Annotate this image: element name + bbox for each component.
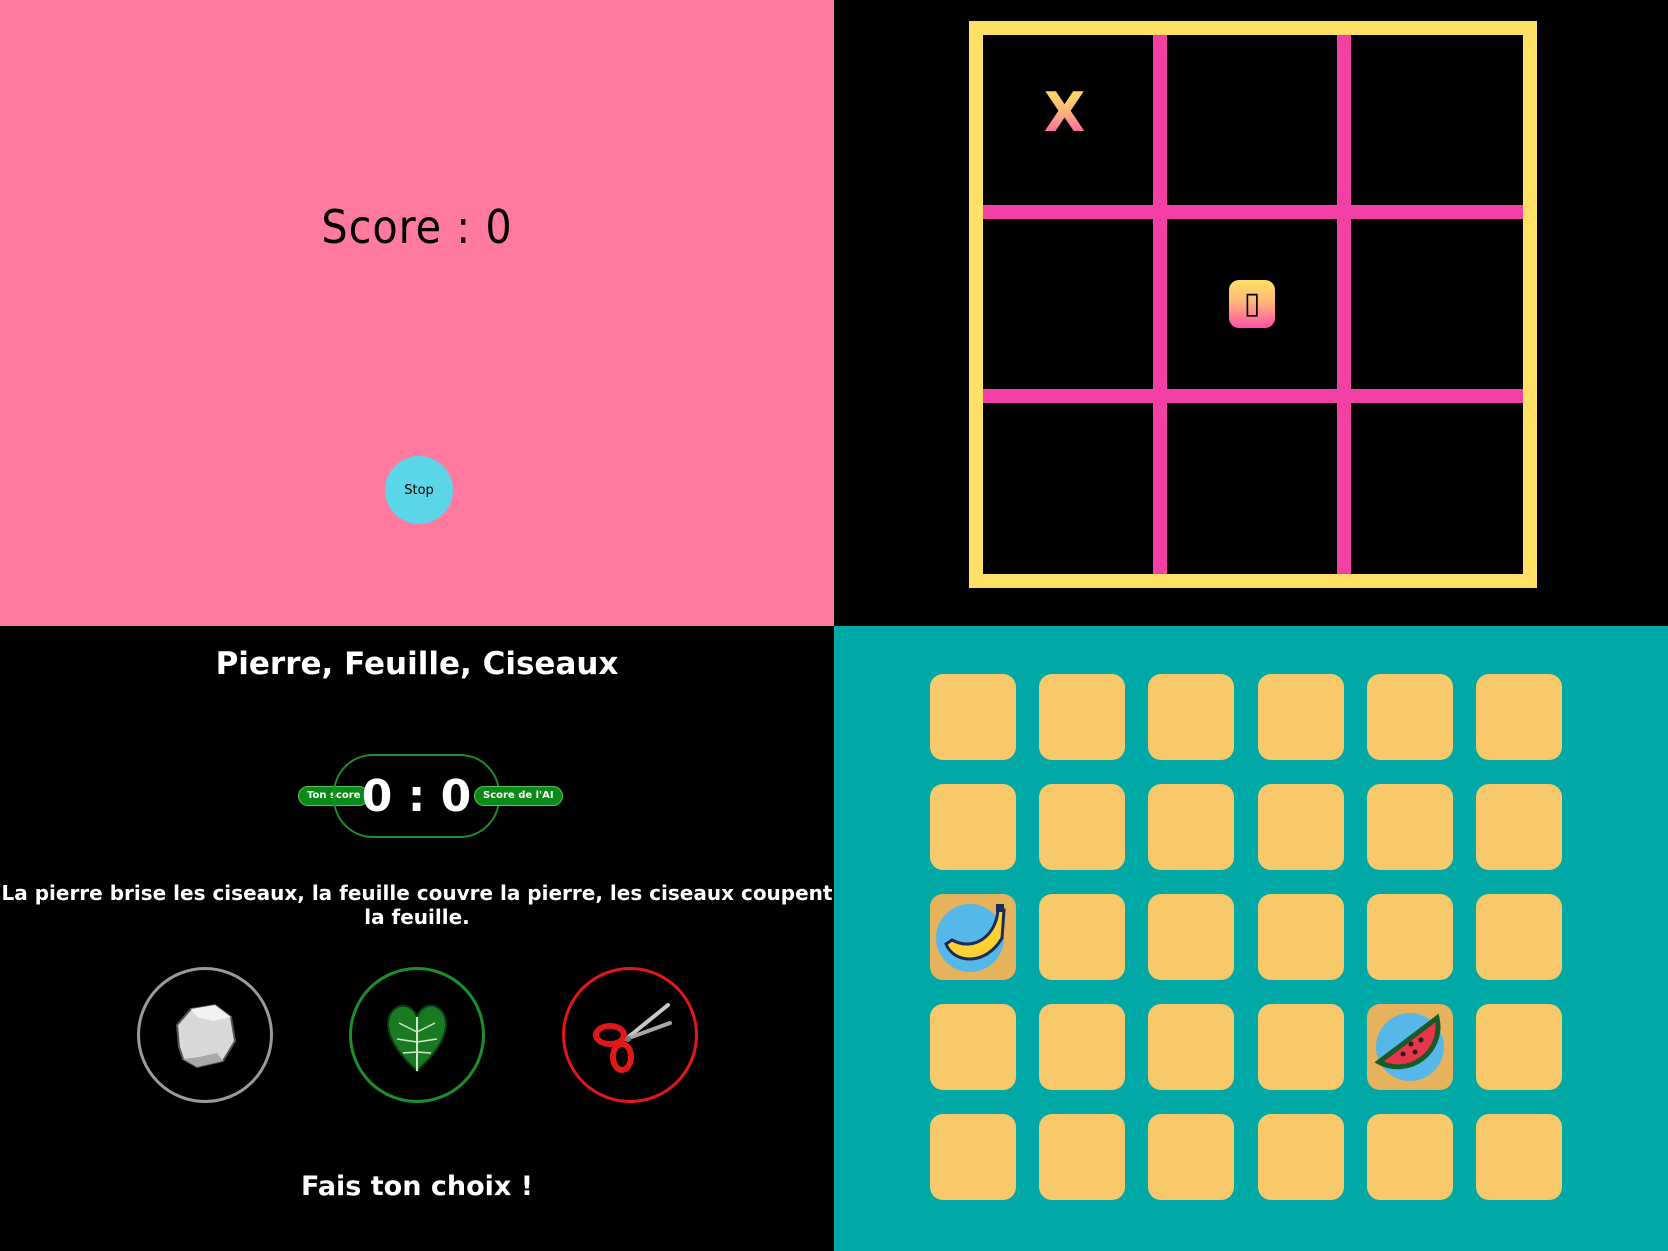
grid-line-vertical bbox=[1337, 35, 1351, 574]
board-cell[interactable] bbox=[1167, 35, 1337, 205]
grid-line-horizontal bbox=[983, 205, 1523, 219]
memory-card[interactable] bbox=[1367, 894, 1453, 980]
memory-card[interactable] bbox=[1258, 894, 1344, 980]
memory-card[interactable] bbox=[1148, 1004, 1234, 1090]
memory-card[interactable] bbox=[1367, 1004, 1453, 1090]
tic-tac-toe-panel: X ▯ bbox=[834, 0, 1668, 626]
memory-card[interactable] bbox=[930, 1004, 1016, 1090]
memory-card[interactable] bbox=[1148, 894, 1234, 980]
memory-card[interactable] bbox=[1039, 1004, 1125, 1090]
memory-card[interactable] bbox=[1148, 674, 1234, 760]
memory-card[interactable] bbox=[1148, 784, 1234, 870]
scissors-icon bbox=[593, 1003, 672, 1073]
grid-line-horizontal bbox=[983, 389, 1523, 403]
memory-card[interactable] bbox=[1148, 1114, 1234, 1200]
memory-card[interactable] bbox=[1039, 784, 1125, 870]
memory-card[interactable] bbox=[1367, 1114, 1453, 1200]
rock-icon bbox=[175, 1003, 237, 1069]
tic-tac-toe-board: X ▯ bbox=[969, 21, 1537, 588]
score-panel: Score : 0 Stop bbox=[0, 0, 834, 626]
memory-card[interactable] bbox=[1039, 1114, 1125, 1200]
board-cell[interactable] bbox=[1167, 403, 1337, 573]
memory-card[interactable] bbox=[1476, 784, 1562, 870]
rock-choice-button[interactable] bbox=[137, 967, 273, 1103]
ai-score-label: Score de l'AI bbox=[474, 786, 563, 806]
memory-card[interactable] bbox=[1476, 674, 1562, 760]
memory-card[interactable] bbox=[1258, 1114, 1344, 1200]
memory-card[interactable] bbox=[930, 1114, 1016, 1200]
memory-card[interactable] bbox=[930, 784, 1016, 870]
score-text: Score : 0 bbox=[321, 200, 513, 254]
rock-paper-scissors-panel: Pierre, Feuille, Ciseaux Ton score 0 : 0… bbox=[0, 626, 834, 1251]
memory-card[interactable] bbox=[1258, 1004, 1344, 1090]
board-cell[interactable] bbox=[983, 219, 1153, 389]
board-cell[interactable] bbox=[983, 403, 1153, 573]
grid-line-vertical bbox=[1153, 35, 1167, 574]
board-cell[interactable]: X bbox=[983, 35, 1153, 205]
memory-card[interactable] bbox=[930, 674, 1016, 760]
memory-game-panel bbox=[834, 626, 1668, 1251]
board-cell[interactable]: ▯ bbox=[1167, 219, 1337, 389]
memory-card[interactable] bbox=[1258, 674, 1344, 760]
game-title: Pierre, Feuille, Ciseaux bbox=[215, 646, 619, 682]
prompt-text: Fais ton choix ! bbox=[300, 1171, 534, 1202]
memory-card[interactable] bbox=[930, 894, 1016, 980]
board-cell[interactable] bbox=[1351, 219, 1521, 389]
memory-card[interactable] bbox=[1039, 674, 1125, 760]
x-mark: X bbox=[1043, 81, 1086, 145]
memory-card[interactable] bbox=[1476, 1114, 1562, 1200]
memory-card[interactable] bbox=[1476, 1004, 1562, 1090]
paper-choice-button[interactable] bbox=[349, 967, 485, 1103]
scissors-choice-button[interactable] bbox=[562, 967, 698, 1103]
board-cell[interactable] bbox=[1351, 35, 1521, 205]
rules-text: La pierre brise les ciseaux, la feuille … bbox=[1, 881, 833, 929]
stop-button[interactable]: Stop bbox=[385, 456, 453, 524]
memory-card[interactable] bbox=[1258, 784, 1344, 870]
o-mark: ▯ bbox=[1229, 280, 1275, 328]
board-cell[interactable] bbox=[1351, 403, 1521, 573]
memory-card[interactable] bbox=[1039, 894, 1125, 980]
memory-card[interactable] bbox=[1476, 894, 1562, 980]
memory-card[interactable] bbox=[1367, 674, 1453, 760]
memory-card[interactable] bbox=[1367, 784, 1453, 870]
leaf-icon bbox=[387, 1004, 447, 1073]
